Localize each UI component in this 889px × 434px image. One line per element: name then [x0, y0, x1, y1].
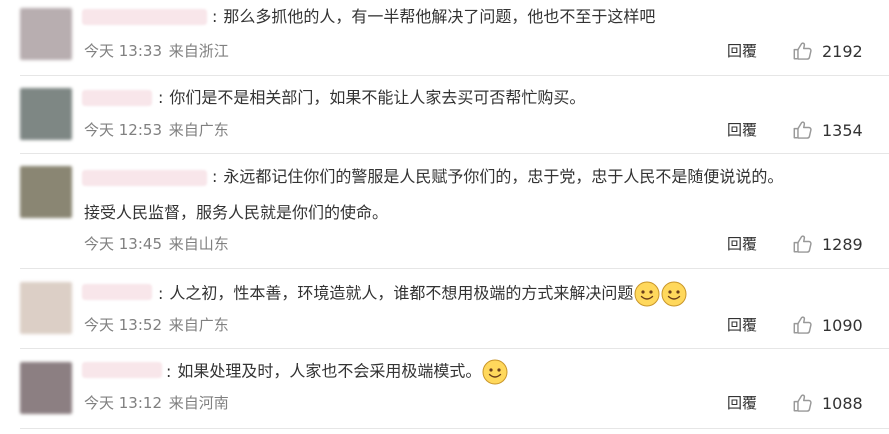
- comment-text: : 人之初，性本善，环境造就人，谁都不想用极端的方式来解决问题: [158, 281, 687, 307]
- comment-text: : 你们是不是相关部门，如果不能让人家去买可否帮忙购买。: [158, 87, 585, 109]
- avatar[interactable]: [20, 166, 72, 218]
- divider: [20, 428, 889, 429]
- comment-meta: 今天 13:45 来自山东: [84, 234, 229, 254]
- smile-emoji-icon: [634, 281, 660, 307]
- comment-text: : 永远都记住你们的警服是人民赋予你们的，忠于党，忠于人民不是随便说说的。: [212, 166, 783, 188]
- comment-meta: 今天 13:12 来自河南: [84, 393, 229, 413]
- like-button[interactable]: 2192: [792, 40, 863, 62]
- comment-time: 今天 13:12: [84, 394, 162, 412]
- comment-body: 如果处理及时，人家也不会采用极端模式。: [177, 361, 482, 381]
- comment-time: 今天 12:53: [84, 121, 162, 139]
- comment-body: 人之初，性本善，环境造就人，谁都不想用极端的方式来解决问题: [169, 283, 634, 303]
- comment-body: 永远都记住你们的警服是人民赋予你们的，忠于党，忠于人民不是随便说说的。: [223, 167, 784, 186]
- like-button[interactable]: 1088: [792, 392, 863, 414]
- comment-location: 来自广东: [168, 121, 229, 139]
- thumbs-up-icon: [793, 121, 812, 139]
- comment-text: : 如果处理及时，人家也不会采用极端模式。: [166, 359, 508, 385]
- smile-emoji-icon: [482, 359, 508, 385]
- thumbs-up-icon: [793, 316, 812, 334]
- smile-emoji-icon: [661, 281, 687, 307]
- reply-button[interactable]: 回覆: [727, 234, 757, 254]
- divider: [20, 75, 889, 76]
- comment-meta: 今天 12:53 来自广东: [84, 120, 229, 140]
- divider: [20, 348, 889, 349]
- divider: [20, 153, 889, 154]
- like-count: 1289: [822, 234, 863, 254]
- like-button[interactable]: 1354: [792, 119, 863, 141]
- thumbs-up-icon: [793, 42, 812, 60]
- like-count: 1090: [822, 315, 863, 335]
- thumbs-up-icon: [793, 394, 812, 412]
- avatar[interactable]: [20, 282, 72, 334]
- comment-location: 来自浙江: [168, 42, 229, 60]
- like-count: 2192: [822, 41, 863, 61]
- comment-time: 今天 13:45: [84, 235, 162, 253]
- username-blurred[interactable]: [82, 9, 207, 25]
- divider: [20, 268, 889, 269]
- colon-separator: :: [158, 283, 164, 303]
- like-count: 1354: [822, 120, 863, 140]
- colon-separator: :: [212, 167, 218, 186]
- comment-text-continued: 接受人民监督，服务人民就是你们的使命。: [84, 203, 389, 222]
- username-blurred[interactable]: [82, 90, 152, 106]
- avatar[interactable]: [20, 88, 72, 140]
- like-button[interactable]: 1090: [792, 314, 863, 336]
- colon-separator: :: [158, 88, 164, 107]
- comment-text: : 那么多抓他的人，有一半帮他解决了问题，他也不至于这样吧: [212, 6, 655, 28]
- comment-body: 那么多抓他的人，有一半帮他解决了问题，他也不至于这样吧: [223, 7, 656, 26]
- username-blurred[interactable]: [82, 362, 162, 378]
- reply-button[interactable]: 回覆: [727, 120, 757, 140]
- like-count: 1088: [822, 393, 863, 413]
- comment-location: 来自广东: [168, 316, 229, 334]
- comment-meta: 今天 13:52 来自广东: [84, 315, 229, 335]
- username-blurred[interactable]: [82, 170, 207, 186]
- comment-time: 今天 13:33: [84, 42, 162, 60]
- avatar[interactable]: [20, 8, 72, 60]
- reply-button[interactable]: 回覆: [727, 393, 757, 413]
- comment-meta: 今天 13:33 来自浙江: [84, 41, 229, 61]
- username-blurred[interactable]: [82, 284, 152, 300]
- reply-button[interactable]: 回覆: [727, 41, 757, 61]
- like-button[interactable]: 1289: [792, 233, 863, 255]
- comment-location: 来自山东: [168, 235, 229, 253]
- colon-separator: :: [212, 7, 218, 26]
- comment-location: 来自河南: [168, 394, 229, 412]
- comment-time: 今天 13:52: [84, 316, 162, 334]
- colon-separator: :: [166, 361, 172, 381]
- reply-button[interactable]: 回覆: [727, 315, 757, 335]
- avatar[interactable]: [20, 362, 72, 414]
- comment-body: 你们是不是相关部门，如果不能让人家去买可否帮忙购买。: [169, 88, 586, 107]
- thumbs-up-icon: [793, 235, 812, 253]
